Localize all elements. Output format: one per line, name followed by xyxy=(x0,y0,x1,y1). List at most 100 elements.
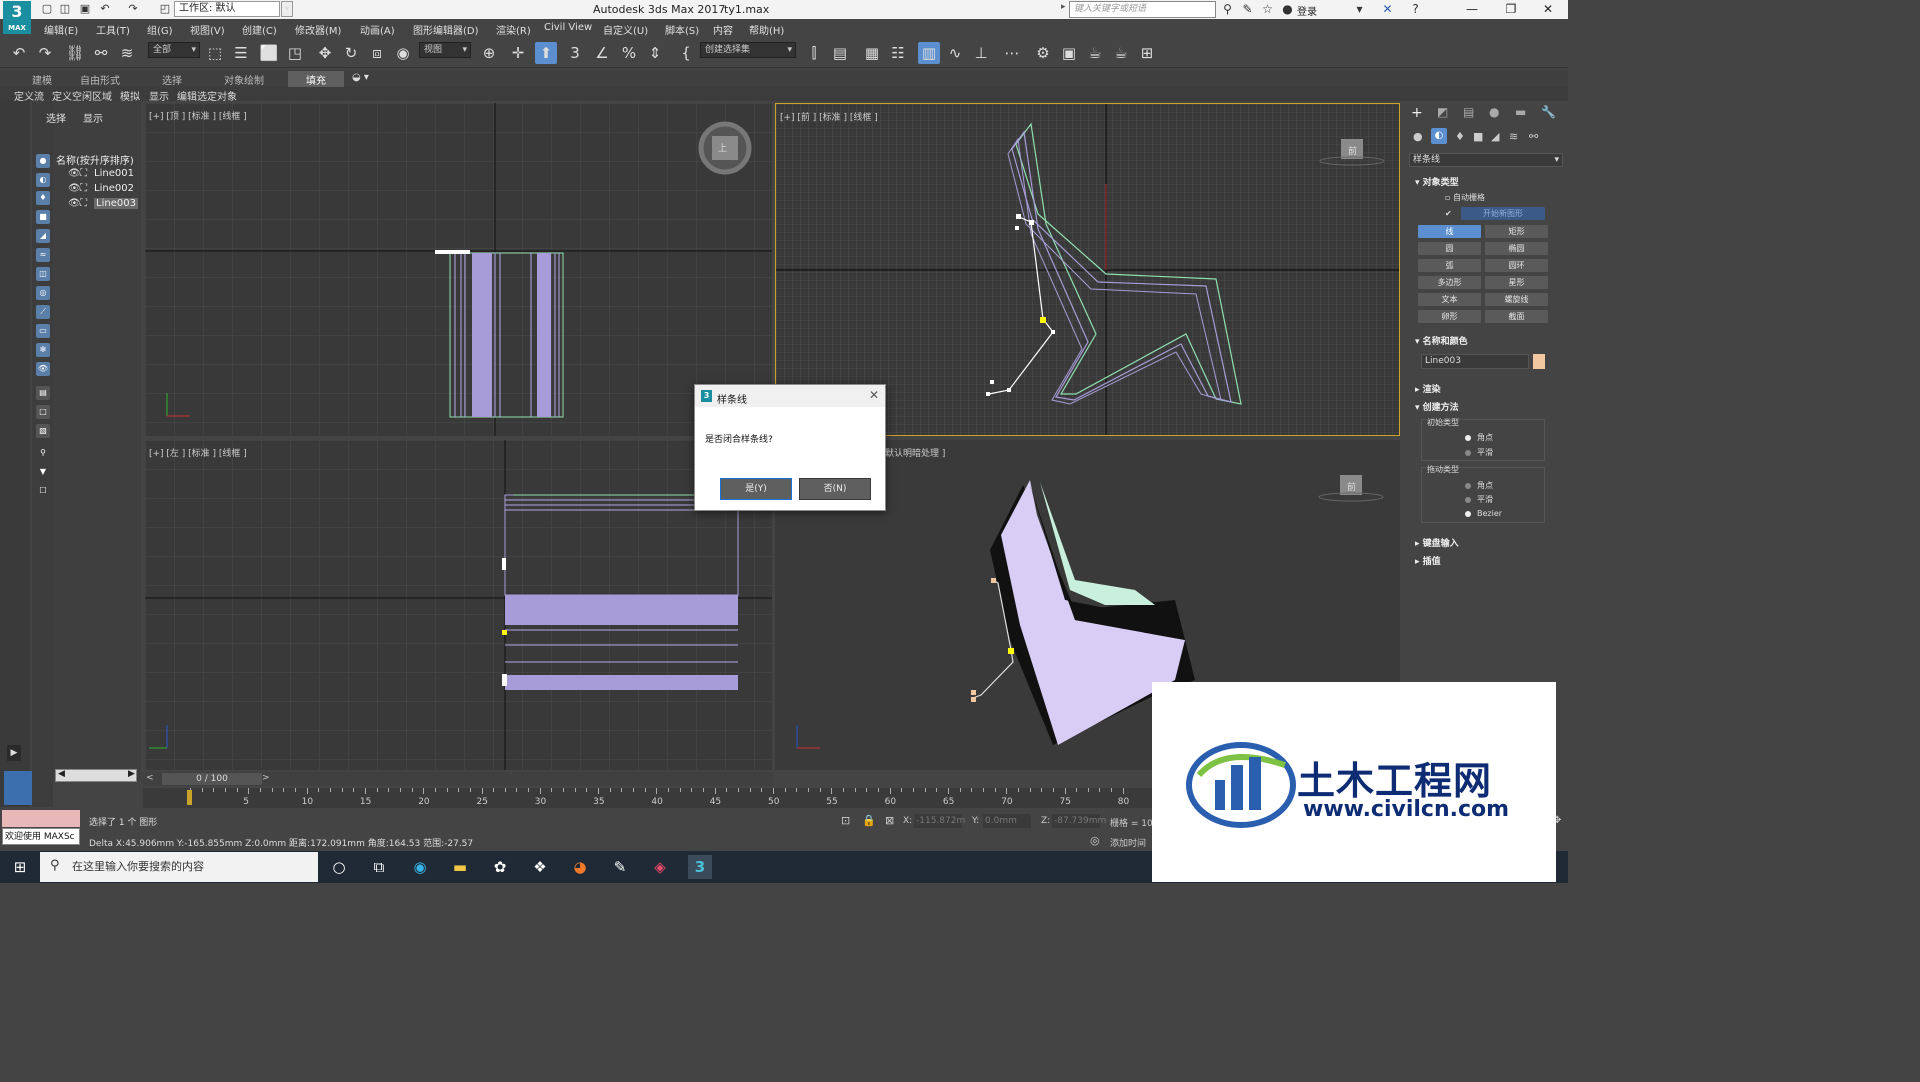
move-icon[interactable]: ✥ xyxy=(314,42,336,64)
text-button[interactable]: 文本 xyxy=(1418,293,1481,306)
rendered-frame-icon[interactable]: ▣ xyxy=(1058,42,1080,64)
tab-object-paint[interactable]: 对象绘制 xyxy=(224,72,264,87)
display-tab-icon[interactable]: ▬ xyxy=(1515,105,1526,119)
search-expand-icon[interactable]: ▸ xyxy=(1061,2,1069,17)
menu-rendering[interactable]: 渲染(R) xyxy=(496,22,531,37)
category-select[interactable]: 样条线 ▾ xyxy=(1409,153,1563,167)
reference-coord-select[interactable]: 视图 ▾ xyxy=(419,42,471,58)
rectangle-button[interactable]: 矩形 xyxy=(1485,225,1548,238)
app-logo[interactable]: 3 MAX xyxy=(3,1,31,34)
modify-tab-icon[interactable]: ◩ xyxy=(1437,105,1448,119)
viewport-left-label[interactable]: [+] [左 ] [标准 ] [线框 ] xyxy=(149,446,247,459)
viewport-top-label[interactable]: [+] [顶 ] [标准 ] [线框 ] xyxy=(149,109,247,122)
viewcube-top[interactable]: 上 xyxy=(718,141,727,154)
new-file-icon[interactable]: ▢ xyxy=(40,2,54,16)
utilities-tab-icon[interactable]: 🔧 xyxy=(1541,105,1556,119)
mirror-icon[interactable]: ⫿ xyxy=(803,42,825,64)
menu-group[interactable]: 组(G) xyxy=(147,22,173,37)
close-button[interactable]: ✕ xyxy=(1533,2,1563,17)
rotate-icon[interactable]: ↻ xyxy=(340,42,362,64)
snap-3d-icon[interactable]: 3 xyxy=(564,42,586,64)
save-icon[interactable]: ▣ xyxy=(78,2,92,16)
select-by-name-icon[interactable]: ☰ xyxy=(230,42,252,64)
toggle-ribbon-icon[interactable]: ▥ xyxy=(918,42,940,64)
login-link[interactable]: 登录 xyxy=(1297,3,1317,18)
scroll-right-icon[interactable]: ▶ xyxy=(128,769,135,779)
material-editor-icon[interactable]: ⋯ xyxy=(1001,42,1023,64)
select-manipulate-icon[interactable]: ✛ xyxy=(507,42,529,64)
render-setup-icon[interactable]: ⚙ xyxy=(1032,42,1054,64)
play-icon[interactable]: ▶ xyxy=(7,745,21,761)
ribbon-options-icon[interactable]: ◒ ▾ xyxy=(352,72,369,83)
redo-icon[interactable]: ↷ xyxy=(34,42,56,64)
configure-icon[interactable]: ☐ xyxy=(36,484,50,498)
helpers-icon[interactable]: ◢ xyxy=(1491,130,1499,143)
list-item-selected[interactable]: 👁⛶ Line003 xyxy=(68,198,138,212)
display-geometry-icon[interactable]: ● xyxy=(36,154,50,168)
keyboard-shortcut-toggle-icon[interactable]: ⬆ xyxy=(535,42,557,64)
dropdown-icon[interactable]: ▾ xyxy=(1352,2,1367,17)
bind-spacewarp-icon[interactable]: ≋ xyxy=(116,42,138,64)
edge-browser-icon[interactable]: ◉ xyxy=(408,855,432,879)
open-file-icon[interactable]: ◫ xyxy=(58,2,72,16)
angle-snap-icon[interactable]: ∠ xyxy=(591,42,613,64)
menu-help[interactable]: 帮助(H) xyxy=(749,22,784,37)
tab-modeling[interactable]: 建模 xyxy=(32,72,52,87)
start-new-shape-checkbox[interactable]: ✔ xyxy=(1445,209,1452,218)
no-button[interactable]: 否(N) xyxy=(799,478,871,500)
drag-corner-radio[interactable]: 角点 xyxy=(1465,480,1493,491)
layers-icon[interactable]: ☷ xyxy=(887,42,909,64)
pivot-icon[interactable]: ⊕ xyxy=(478,42,500,64)
keyboard-entry-rollout[interactable]: ▸ 键盘输入 xyxy=(1415,536,1459,549)
invert-selection-icon[interactable]: ▧ xyxy=(36,424,50,438)
render-iterative-icon[interactable]: ☕ xyxy=(1110,42,1132,64)
maxscript-output[interactable]: 欢迎使用 MAXSc xyxy=(2,828,80,845)
eye-icon[interactable]: 👁 xyxy=(68,183,81,194)
systems-icon[interactable]: ⚯ xyxy=(1529,130,1538,143)
display-bones-icon[interactable]: ⟋ xyxy=(36,305,50,319)
windows-start-icon[interactable]: ⊞ xyxy=(8,855,32,879)
initial-smooth-radio[interactable]: 平滑 xyxy=(1465,447,1493,458)
align-icon[interactable]: ▤ xyxy=(829,42,851,64)
hierarchy-tab-icon[interactable]: ▤ xyxy=(1463,105,1474,119)
explorer-scrollbar[interactable] xyxy=(55,769,137,782)
viewcube-front[interactable]: 前 xyxy=(1348,144,1357,157)
display-particles-icon[interactable]: ✻ xyxy=(36,343,50,357)
object-color-swatch[interactable] xyxy=(1533,354,1545,369)
lock-icon[interactable]: 🔒 xyxy=(862,814,876,827)
display-frozen-icon[interactable]: 👁 xyxy=(36,362,50,376)
display-shapes-icon[interactable]: ◐ xyxy=(36,173,50,187)
redo-quick-icon[interactable]: ↷ xyxy=(126,2,140,16)
render-production-icon[interactable]: ☕ xyxy=(1084,42,1106,64)
display-spacewarps-icon[interactable]: ≈ xyxy=(36,248,50,262)
scale-icon[interactable]: ⧈ xyxy=(366,42,388,64)
maxscript-listener-mini[interactable] xyxy=(2,810,80,827)
lights-icon[interactable]: ♦ xyxy=(1455,130,1465,143)
display-cameras-icon[interactable]: ■ xyxy=(36,210,50,224)
interpolation-rollout[interactable]: ▸ 插值 xyxy=(1415,554,1441,567)
minimize-button[interactable]: — xyxy=(1457,2,1487,17)
tab-populate[interactable]: 填充 xyxy=(288,71,344,88)
absolute-mode-icon[interactable]: ⊠ xyxy=(885,814,894,827)
ellipse-button[interactable]: 椭圆 xyxy=(1485,242,1548,255)
menu-views[interactable]: 视图(V) xyxy=(190,22,225,37)
unlink-icon[interactable]: ⚯ xyxy=(90,42,112,64)
create-tab-icon[interactable]: + xyxy=(1411,105,1423,121)
app-icon-2[interactable]: ❖ xyxy=(528,855,552,879)
tab-freeform[interactable]: 自由形式 xyxy=(80,72,120,87)
a360-render-icon[interactable]: ⊞ xyxy=(1136,42,1158,64)
sort-icon[interactable]: ⚲ xyxy=(36,446,50,460)
firefox-icon[interactable]: ◕ xyxy=(568,855,592,879)
shapes-icon[interactable]: ◐ xyxy=(1431,128,1447,144)
cameras-icon[interactable]: ■ xyxy=(1473,130,1483,143)
viewport-layout-icon[interactable] xyxy=(4,771,32,805)
start-new-shape-button[interactable]: 开始新图形 xyxy=(1461,207,1545,220)
add-time-tag[interactable]: 添加时间 xyxy=(1110,836,1146,849)
help-icon[interactable]: ? xyxy=(1408,2,1423,17)
viewport-perspective-label[interactable]: 默认明暗处理 ] xyxy=(885,446,945,459)
list-item[interactable]: 👁⛶ Line001 xyxy=(68,168,134,182)
initial-corner-radio[interactable]: 角点 xyxy=(1465,432,1493,443)
rendering-rollout[interactable]: ▸ 渲染 xyxy=(1415,382,1441,395)
circle-button[interactable]: 圆 xyxy=(1418,242,1481,255)
layer-explorer-icon[interactable]: ▦ xyxy=(861,42,883,64)
